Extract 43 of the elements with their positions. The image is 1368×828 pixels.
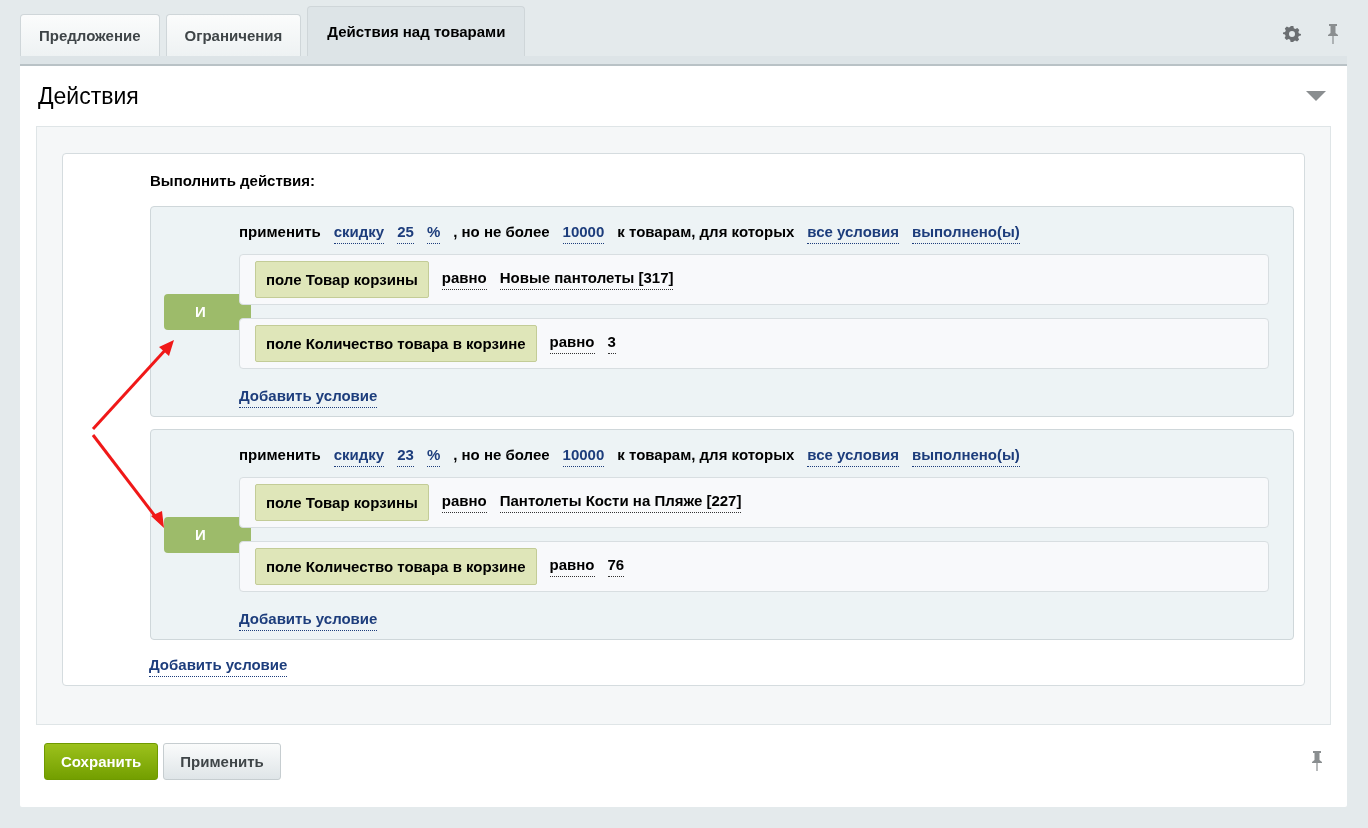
option-link[interactable]: скидку (333, 446, 385, 467)
value-link[interactable]: Новые пантолеты [317] (499, 269, 674, 290)
pin-icon[interactable] (1327, 24, 1339, 44)
operator-link[interactable]: равно (549, 556, 595, 577)
field-label: поле Количество товара в корзине (255, 548, 537, 585)
operator-link[interactable]: равно (549, 333, 595, 354)
option-link[interactable]: % (426, 446, 441, 467)
add-condition-link[interactable]: Добавить условие (149, 656, 288, 677)
sentence-text: применить (239, 446, 321, 463)
value-link[interactable]: Пантолеты Кости на Пляже [227] (499, 492, 742, 513)
operator-link[interactable]: равно (441, 269, 487, 290)
actions-label: Выполнить действия: (150, 172, 316, 189)
option-link[interactable]: выполнено(ы) (912, 223, 1020, 244)
option-link[interactable]: выполнено(ы) (912, 446, 1020, 467)
sentence-text: , но не более (453, 446, 550, 463)
pin-icon[interactable] (1311, 751, 1323, 771)
option-link[interactable]: все условия (807, 446, 899, 467)
option-link[interactable]: 10000 (562, 223, 605, 244)
add-condition-link[interactable]: Добавить условие (239, 387, 378, 408)
sentence-text: , но не более (453, 223, 550, 240)
operator-link[interactable]: равно (441, 492, 487, 513)
option-link[interactable]: % (426, 223, 441, 244)
option-link[interactable]: 25 (397, 223, 414, 244)
tab[interactable]: Ограничения (165, 14, 302, 56)
settings-icon[interactable] (1283, 25, 1301, 43)
section-title: Действия (38, 82, 139, 110)
apply-button[interactable]: Применить (163, 742, 281, 780)
add-condition-link[interactable]: Добавить условие (239, 610, 378, 631)
sentence-text: к товарам, для которых (617, 223, 795, 240)
field-label: поле Количество товара в корзине (255, 325, 537, 362)
option-link[interactable]: скидку (333, 223, 385, 244)
field-label: поле Товар корзины (255, 261, 429, 298)
option-link[interactable]: 23 (397, 446, 414, 467)
field-label: поле Товар корзины (255, 484, 429, 521)
sentence-text: к товарам, для которых (617, 446, 795, 463)
collapse-icon[interactable] (1306, 90, 1326, 102)
tab[interactable]: Предложение (20, 14, 160, 56)
option-link[interactable]: 10000 (562, 446, 605, 467)
value-link[interactable]: 76 (607, 556, 625, 577)
value-link[interactable]: 3 (607, 333, 616, 354)
option-link[interactable]: все условия (807, 223, 899, 244)
tab[interactable]: Действия над товарами (307, 6, 526, 56)
sentence-text: применить (239, 223, 321, 240)
